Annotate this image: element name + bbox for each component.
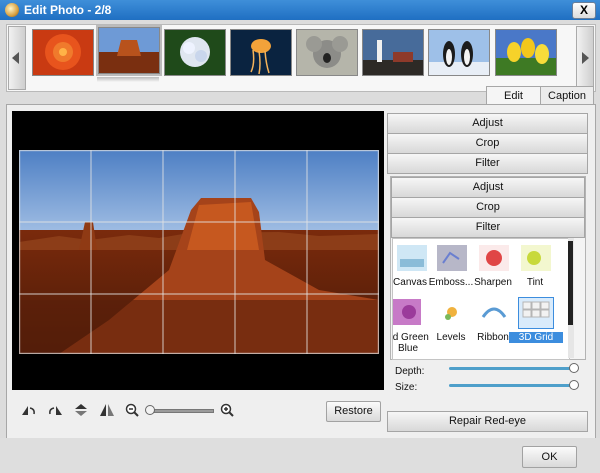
tint-filter-icon[interactable] (521, 245, 551, 271)
size-slider-thumb[interactable] (569, 380, 579, 390)
size-slider[interactable] (449, 384, 575, 387)
thumbnail-jellyfish[interactable] (230, 29, 292, 76)
levels-filter-icon[interactable] (437, 299, 467, 325)
flip-vertical-icon[interactable] (72, 402, 90, 418)
depth-slider[interactable] (449, 367, 575, 370)
filter-list: Canvas Emboss... Sharpen Tint ed Green B… (392, 238, 570, 360)
thumbnail-desert[interactable] (96, 25, 162, 76)
depth-slider-thumb[interactable] (569, 363, 579, 373)
zoom-slider-thumb[interactable] (145, 405, 155, 415)
depth-label: Depth: (395, 366, 425, 377)
3d-grid-filter-icon[interactable] (518, 297, 554, 329)
adjust-subsection-button[interactable]: Adjust (391, 177, 585, 198)
rotate-right-icon[interactable] (46, 402, 64, 418)
app-icon (5, 3, 19, 17)
footer (0, 438, 600, 473)
title-bar: Edit Photo - 2/8 X (0, 0, 600, 20)
thumbnail-hydrangeas[interactable] (164, 29, 226, 76)
zoom-slider-track[interactable] (147, 409, 214, 413)
red-green-blue-filter-icon[interactable] (392, 299, 421, 325)
size-label: Size: (395, 382, 418, 393)
photo-preview (19, 150, 379, 354)
zoom-out-icon[interactable] (124, 402, 142, 418)
filmstrip-prev-button[interactable] (8, 26, 26, 90)
filter-scrollbar-thumb[interactable] (568, 241, 573, 325)
thumbnail-reflection (97, 77, 159, 82)
restore-button[interactable]: Restore (326, 401, 381, 422)
chevron-right-icon (582, 52, 589, 64)
filter-label-tint: Tint (526, 277, 544, 288)
crop-section-button[interactable]: Crop (387, 133, 588, 154)
filter-section-button[interactable]: Filter (387, 153, 588, 174)
tab-caption[interactable]: Caption (540, 86, 594, 105)
adjust-section-button[interactable]: Adjust (387, 113, 588, 134)
close-button[interactable]: X (572, 2, 596, 19)
filmstrip (6, 24, 596, 92)
thumbnail-tulips[interactable] (495, 29, 557, 76)
crop-subsection-button[interactable]: Crop (391, 197, 585, 218)
canvas-filter-icon[interactable] (397, 245, 427, 271)
zoom-in-icon[interactable] (219, 402, 237, 418)
flip-horizontal-icon[interactable] (98, 402, 116, 418)
repair-red-eye-button[interactable]: Repair Red-eye (387, 411, 588, 432)
tab-edit[interactable]: Edit (486, 86, 541, 105)
thumbnail-chrysanthemum[interactable] (32, 29, 94, 76)
emboss-filter-icon[interactable] (437, 245, 467, 271)
window-title: Edit Photo - 2/8 (24, 3, 112, 17)
chevron-left-icon (12, 52, 19, 64)
filter-label-3d-grid: 3D Grid (509, 332, 563, 343)
filter-subsection-button[interactable]: Filter (391, 217, 585, 238)
ok-button[interactable]: OK (522, 446, 577, 468)
sharpen-filter-icon[interactable] (479, 245, 509, 271)
filmstrip-next-button[interactable] (576, 26, 594, 90)
thumbnail-koala[interactable] (296, 29, 358, 76)
thumbnail-lighthouse[interactable] (362, 29, 424, 76)
ribbon-filter-icon[interactable] (479, 299, 509, 325)
rotate-left-icon[interactable] (20, 402, 38, 418)
thumbnail-penguins[interactable] (428, 29, 490, 76)
